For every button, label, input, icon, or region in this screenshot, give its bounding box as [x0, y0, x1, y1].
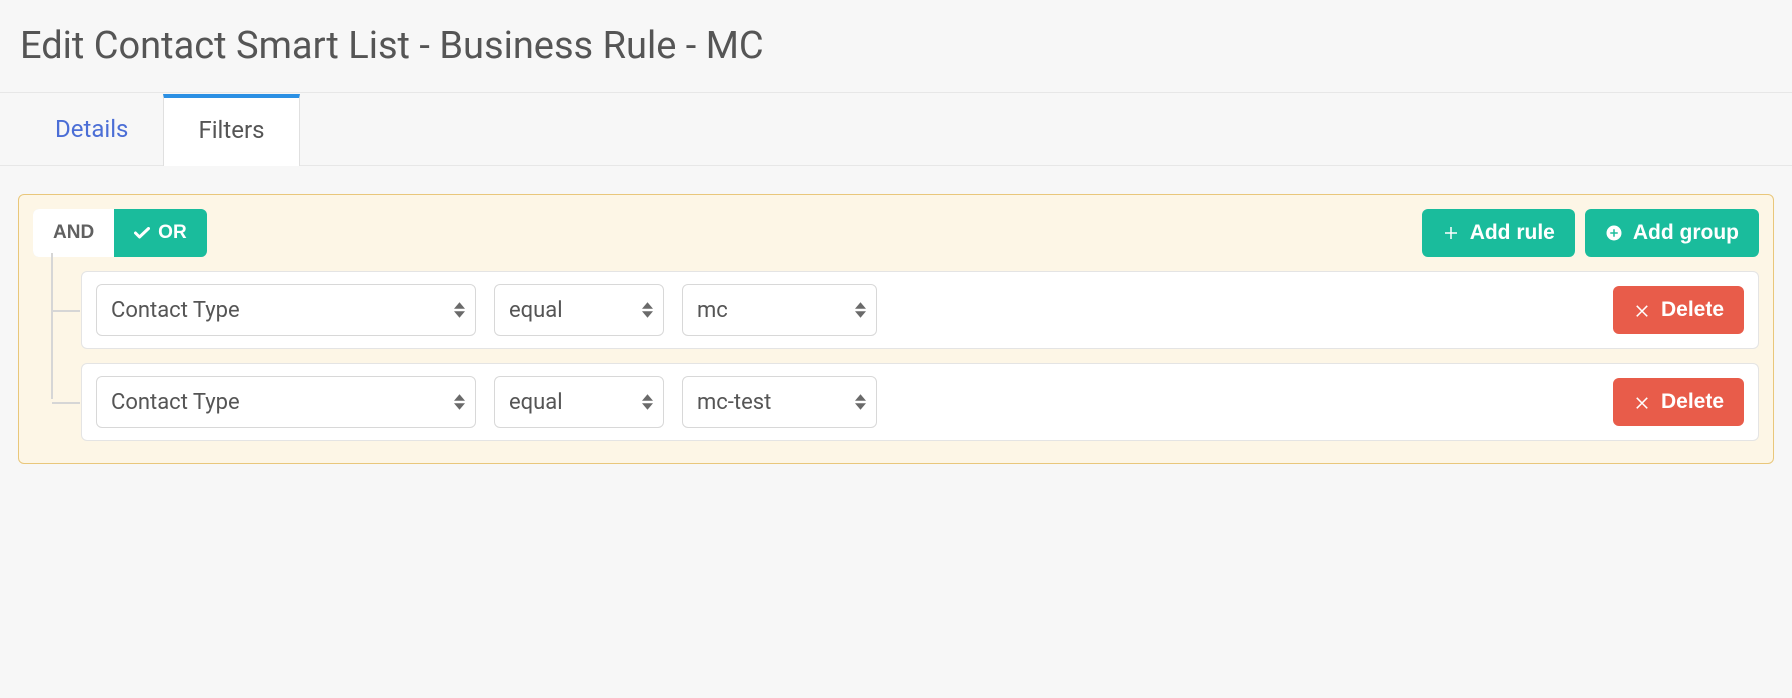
- conjunction-or[interactable]: OR: [114, 209, 207, 257]
- operator-select[interactable]: equal: [494, 284, 664, 336]
- add-circle-icon: [1605, 224, 1623, 242]
- rule-row: Contact Type equal mc: [81, 271, 1759, 349]
- delete-rule-button[interactable]: Delete: [1613, 286, 1744, 334]
- conjunction-toggle: AND OR: [33, 209, 207, 257]
- add-group-button[interactable]: Add group: [1585, 209, 1759, 257]
- plus-icon: [1442, 224, 1460, 242]
- conjunction-and[interactable]: AND: [33, 209, 114, 257]
- group-header: AND OR Add rule Add group: [33, 209, 1759, 257]
- close-icon: [1633, 301, 1651, 319]
- conjunction-or-label: OR: [158, 222, 187, 244]
- add-rule-label: Add rule: [1470, 221, 1555, 245]
- rule-group: AND OR Add rule Add group: [18, 194, 1774, 464]
- field-select[interactable]: Contact Type: [96, 284, 476, 336]
- sort-caret-icon: [855, 394, 866, 410]
- field-select-value: Contact Type: [111, 390, 240, 415]
- value-select-value: mc-test: [697, 390, 771, 415]
- sort-caret-icon: [855, 302, 866, 318]
- sort-caret-icon: [642, 394, 653, 410]
- tab-details[interactable]: Details: [20, 92, 163, 165]
- field-select[interactable]: Contact Type: [96, 376, 476, 428]
- sort-caret-icon: [642, 302, 653, 318]
- page-title: Edit Contact Smart List - Business Rule …: [0, 0, 1792, 92]
- add-group-label: Add group: [1633, 221, 1739, 245]
- value-select[interactable]: mc: [682, 284, 877, 336]
- value-select[interactable]: mc-test: [682, 376, 877, 428]
- group-actions: Add rule Add group: [1422, 209, 1759, 257]
- value-select-value: mc: [697, 298, 728, 323]
- rule-list: Contact Type equal mc: [51, 271, 1759, 441]
- delete-rule-label: Delete: [1661, 298, 1724, 322]
- tab-bar: Details Filters: [0, 92, 1792, 166]
- filter-builder: AND OR Add rule Add group: [0, 166, 1792, 482]
- field-select-value: Contact Type: [111, 298, 240, 323]
- sort-caret-icon: [454, 394, 465, 410]
- tab-filters[interactable]: Filters: [163, 94, 299, 166]
- operator-select[interactable]: equal: [494, 376, 664, 428]
- sort-caret-icon: [454, 302, 465, 318]
- operator-select-value: equal: [509, 390, 563, 415]
- operator-select-value: equal: [509, 298, 563, 323]
- delete-rule-label: Delete: [1661, 390, 1724, 414]
- check-icon: [134, 227, 150, 239]
- add-rule-button[interactable]: Add rule: [1422, 209, 1575, 257]
- close-icon: [1633, 393, 1651, 411]
- delete-rule-button[interactable]: Delete: [1613, 378, 1744, 426]
- rule-row: Contact Type equal mc-test: [81, 363, 1759, 441]
- conjunction-and-label: AND: [53, 222, 94, 244]
